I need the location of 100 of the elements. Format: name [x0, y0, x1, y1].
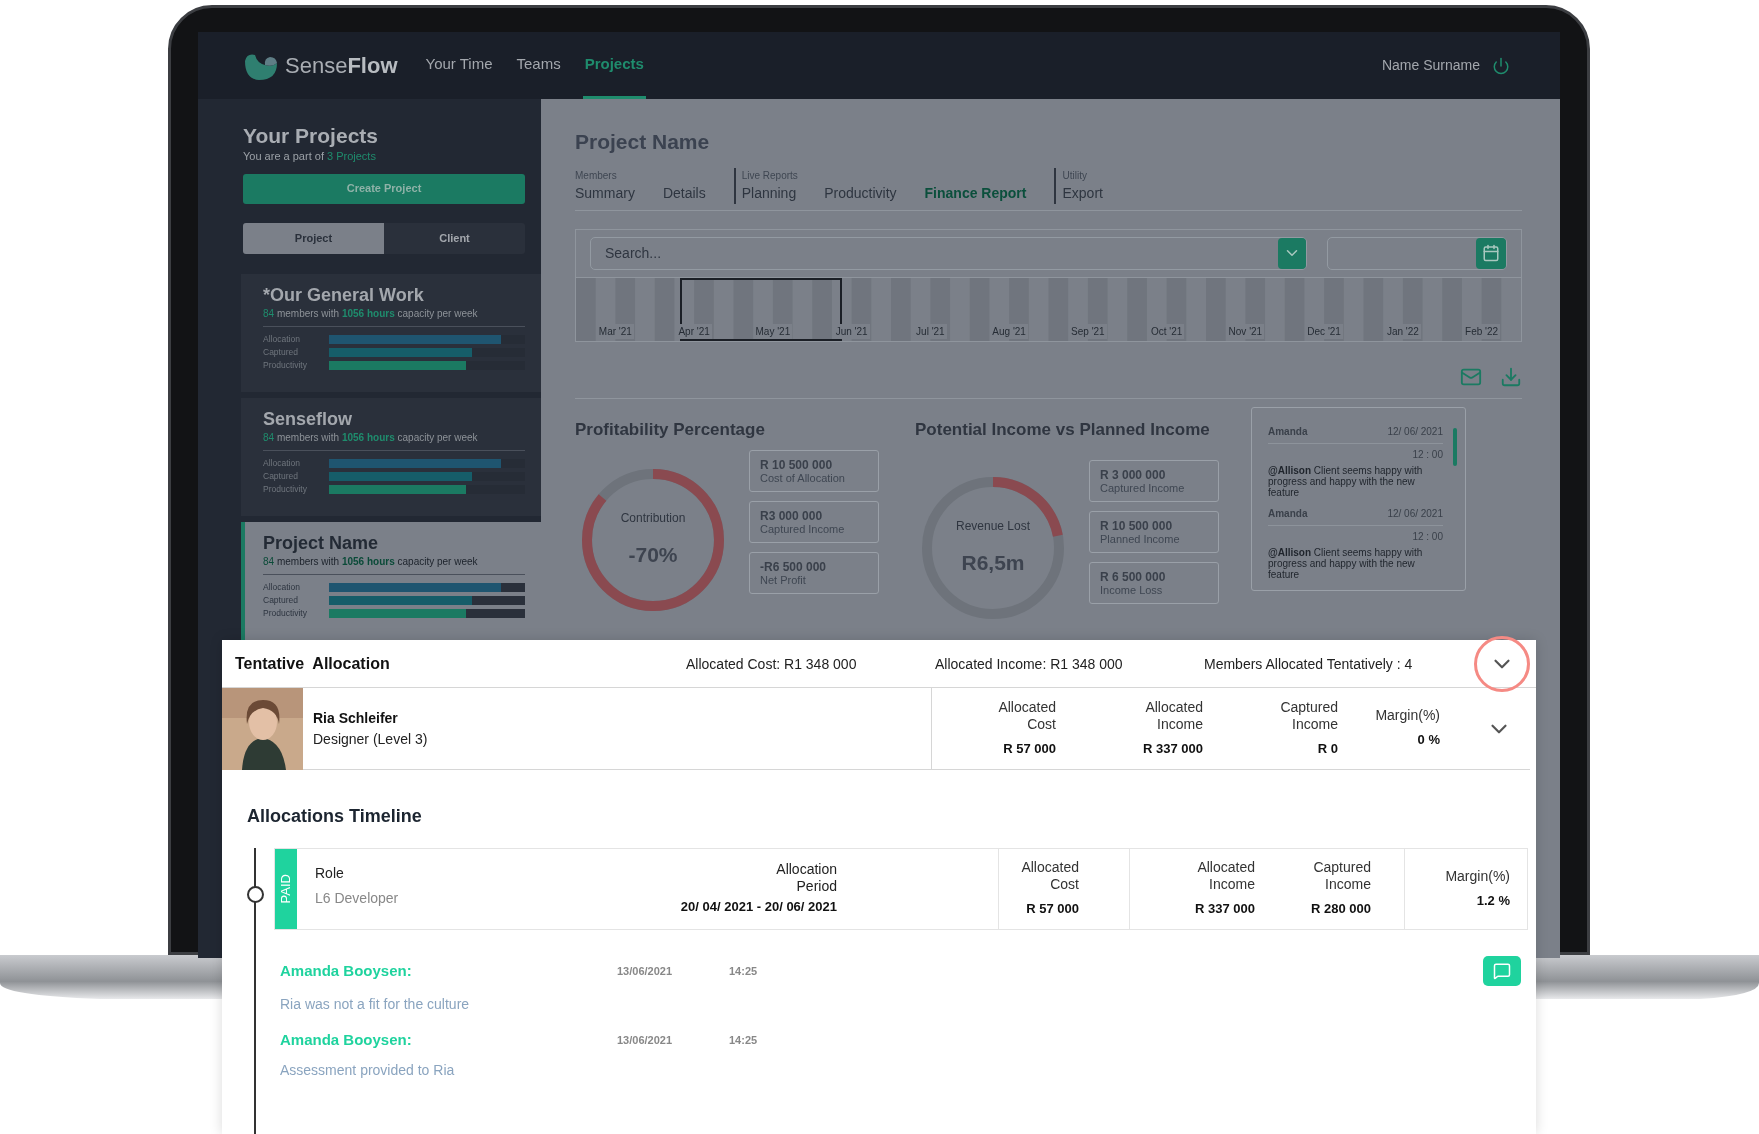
month-label: Dec '21 [1305, 323, 1343, 339]
report-tab[interactable]: Productivity [824, 182, 897, 204]
month-label: May '21 [753, 323, 793, 339]
column-value: R 337 000 [1143, 739, 1203, 758]
stat-value: R3 000 000 [760, 508, 824, 523]
bar-label: Productivity [263, 482, 308, 496]
role-value: L6 Developer [315, 889, 400, 908]
note-text: Assessment provided to Ria [280, 1060, 456, 1080]
panel-title: Tentative Allocation [235, 654, 390, 672]
bar-label: Productivity [263, 358, 308, 372]
report-tab[interactable]: Planning [741, 182, 797, 204]
donut-label: Contribution [620, 510, 686, 528]
calendar-button[interactable] [1476, 237, 1506, 269]
comment-time: 12 : 00 [1412, 529, 1443, 544]
toggle-tab[interactable]: Client [384, 222, 525, 254]
search-field[interactable]: Search... [590, 236, 1307, 270]
month-label: Jul '21 [914, 323, 947, 339]
column-value: R 280 000 [1311, 900, 1371, 919]
tab-group-heading: Utility [1062, 168, 1088, 183]
project-capacity: 84 members with 1056 hours capacity per week [263, 554, 479, 569]
note-text: Ria was not a fit for the culture [280, 995, 471, 1014]
month-label: Oct '21 [1148, 323, 1185, 339]
column-label: Margin(%) [1444, 867, 1510, 885]
tab-group-heading: Live Reports [741, 168, 799, 183]
projects-count-link[interactable]: 3 Projects [327, 150, 376, 162]
allocation-stat: Members Allocated Tentatively : 4 [1204, 655, 1413, 672]
report-tab[interactable]: Summary [575, 182, 635, 204]
note-time: 14:25 [729, 1033, 758, 1048]
column-label: Captured Income [1312, 859, 1371, 894]
nav-link[interactable]: Teams [514, 32, 563, 99]
month-label: Jun '21 [833, 323, 870, 339]
scrollbar-thumb[interactable] [1453, 427, 1457, 466]
project-name: *Our General Work [263, 283, 425, 306]
report-tab[interactable]: Finance Report [924, 182, 1027, 204]
month-label: Aug '21 [990, 323, 1028, 339]
stat-value: -R6 500 000 [760, 559, 828, 574]
user-name: Name Surname [1381, 56, 1480, 75]
project-name: Senseflow [263, 407, 354, 430]
month-label: Mar '21 [596, 323, 634, 339]
member-name: Ria Schleifer [313, 708, 399, 728]
bar-label: Allocation [263, 456, 301, 470]
month-label: Jan '22 [1384, 323, 1421, 339]
create-project-button[interactable]: Create Project [243, 173, 525, 204]
report-tab[interactable]: Details [662, 182, 706, 204]
stat-label: Cost of Allocation [760, 471, 846, 485]
stat-label: Planned Income [1100, 532, 1181, 546]
member-role: Designer (Level 3) [313, 729, 429, 749]
toggle-tab[interactable]: Project [243, 222, 384, 254]
column-label: Allocated Income [1196, 859, 1255, 894]
sidebar-subtitle: You are a part of 3 Projects [243, 149, 377, 164]
stat-label: Net Profit [760, 573, 807, 587]
chart-title: Potential Income vs Planned Income [915, 418, 1211, 441]
note-date: 13/06/2021 [617, 1033, 674, 1048]
calendar-icon [1482, 244, 1500, 262]
nav-link[interactable]: Your Time [423, 32, 495, 99]
project-title: Project Name [575, 129, 711, 155]
project-card[interactable]: *Our General Work 84 members with 1056 hours capacity per week Allocation Captured Productivity [241, 273, 541, 392]
tab-group-heading: Members [575, 168, 618, 183]
section-title: Allocations Timeline [247, 805, 423, 828]
project-capacity: 84 members with 1056 hours capacity per week [263, 430, 479, 445]
period-value: 20/ 04/ 2021 - 20/ 06/ 2021 [680, 898, 837, 917]
column-value: R 337 000 [1195, 900, 1255, 919]
stat-label: Income Loss [1100, 583, 1164, 597]
column-label: Allocated Cost [1020, 859, 1079, 894]
stat-value: R 10 500 000 [1100, 518, 1174, 533]
donut-value: -70% [628, 542, 678, 569]
sidebar-title: Your Projects [243, 124, 379, 148]
column-value: 0 % [1417, 731, 1440, 750]
dropdown-button[interactable] [1278, 237, 1306, 269]
comment-date: 12/ 06/ 2021 [1387, 506, 1443, 521]
column-value: R 57 000 [1003, 739, 1056, 758]
comment-author: Amanda [1268, 424, 1308, 439]
comment-text: @Allison Client seems happy with progress and happy with the new feature [1268, 464, 1424, 498]
note-date: 13/06/2021 [617, 963, 674, 979]
project-card[interactable]: Project Name 84 members with 1056 hours capacity per week Allocation Captured Productivity [241, 521, 541, 640]
donut-value: R6,5m [961, 550, 1025, 577]
donut-label: Revenue Lost [955, 518, 1031, 536]
power-icon[interactable] [1492, 56, 1510, 75]
note-author: Amanda Booysen: [280, 1030, 413, 1050]
project-card[interactable]: Senseflow 84 members with 1056 hours capacity per week Allocation Captured Productivity [241, 397, 541, 516]
stat-label: Captured Income [760, 522, 846, 536]
column-label: Margin(%) [1374, 707, 1440, 725]
brand-name: SenseFlow [285, 52, 398, 80]
month-label: Feb '22 [1463, 323, 1501, 339]
download-icon[interactable] [1500, 365, 1522, 388]
bar-label: Captured [263, 345, 299, 359]
stat-value: R 3 000 000 [1100, 467, 1167, 482]
month-label: Apr '21 [676, 323, 712, 339]
comment-text: @Allison Client seems happy with progress and happy with the new feature [1268, 546, 1424, 580]
chat-icon [1493, 962, 1511, 980]
timeline-node [247, 886, 264, 903]
chart-title: Profitability Percentage [575, 418, 766, 441]
expand-toggle-button[interactable] [1474, 635, 1530, 692]
comment-button[interactable] [1483, 956, 1521, 986]
date-field[interactable] [1327, 236, 1507, 270]
column-label: Captured Income [1279, 698, 1338, 733]
nav-link[interactable]: Projects [582, 32, 646, 99]
bar-label: Captured [263, 469, 299, 483]
bar-label: Captured [263, 593, 299, 607]
report-tab[interactable]: Export [1062, 182, 1103, 204]
